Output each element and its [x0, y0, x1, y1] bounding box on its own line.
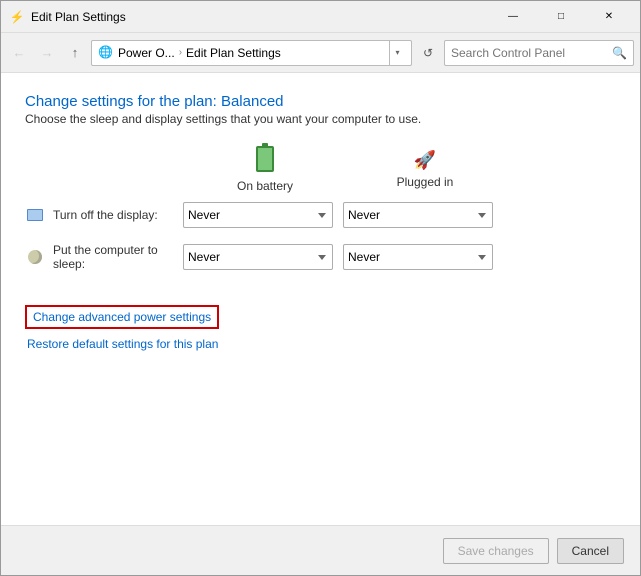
advanced-power-link[interactable]: Change advanced power settings	[25, 305, 219, 329]
window-title: Edit Plan Settings	[31, 10, 490, 24]
rocket-icon: 🚀	[414, 150, 436, 171]
restore-defaults-link[interactable]: Restore default settings for this plan	[27, 337, 616, 351]
settings-header-row: On battery 🚀 Plugged in	[25, 146, 616, 201]
close-button[interactable]: ✕	[586, 1, 632, 33]
display-row: Turn off the display: Never 1 minute 5 m…	[25, 201, 616, 229]
cancel-button[interactable]: Cancel	[557, 538, 624, 564]
address-path: Power O... › Edit Plan Settings	[118, 46, 385, 60]
title-bar: ⚡ Edit Plan Settings ― □ ✕	[1, 1, 640, 33]
display-battery-dropdown-wrapper: Never 1 minute 5 minutes 10 minutes 15 m…	[183, 202, 333, 228]
address-chevron[interactable]: ▾	[389, 40, 405, 66]
display-plugged-dropdown[interactable]: Never 1 minute 5 minutes 10 minutes 15 m…	[343, 202, 493, 228]
address-bar: ← → ↑ 🌐 Power O... › Edit Plan Settings …	[1, 33, 640, 73]
plan-heading: Change settings for the plan: Balanced C…	[25, 93, 616, 134]
display-battery-dropdown[interactable]: Never 1 minute 5 minutes 10 minutes 15 m…	[183, 202, 333, 228]
battery-col-header: On battery	[185, 146, 345, 193]
display-icon	[25, 205, 45, 225]
path-sep: ›	[179, 47, 182, 58]
minimize-button[interactable]: ―	[490, 1, 536, 33]
settings-table: On battery 🚀 Plugged in Turn off the dis…	[25, 146, 616, 285]
sleep-battery-dropdown-wrapper: Never 1 minute 5 minutes 10 minutes 15 m…	[183, 244, 333, 270]
back-button[interactable]: ←	[7, 41, 31, 65]
sleep-plugged-dropdown[interactable]: Never 1 minute 5 minutes 10 minutes 15 m…	[343, 244, 493, 270]
bottom-bar: Save changes Cancel	[1, 525, 640, 575]
search-input[interactable]	[451, 46, 612, 60]
window-controls: ― □ ✕	[490, 1, 632, 33]
plan-subtitle: Choose the sleep and display settings th…	[25, 112, 616, 126]
maximize-button[interactable]: □	[538, 1, 584, 33]
battery-label: On battery	[237, 179, 293, 193]
sleep-icon	[25, 247, 45, 267]
sleep-label: Put the computer to sleep:	[53, 243, 183, 271]
display-label: Turn off the display:	[53, 208, 183, 222]
forward-button[interactable]: →	[35, 41, 59, 65]
address-input[interactable]: 🌐 Power O... › Edit Plan Settings ▾	[91, 40, 412, 66]
path-part1: Power O...	[118, 46, 175, 60]
path-part2: Edit Plan Settings	[186, 46, 281, 60]
refresh-button[interactable]: ↺	[416, 40, 440, 66]
up-button[interactable]: ↑	[63, 41, 87, 65]
search-wrapper: 🔍	[444, 40, 634, 66]
pluggedin-col-header: 🚀 Plugged in	[345, 150, 505, 189]
sleep-battery-dropdown[interactable]: Never 1 minute 5 minutes 10 minutes 15 m…	[183, 244, 333, 270]
address-icon: 🌐	[98, 45, 114, 61]
search-icon[interactable]: 🔍	[612, 46, 627, 60]
main-window: ⚡ Edit Plan Settings ― □ ✕ ← → ↑ 🌐 Power…	[0, 0, 641, 576]
links-section: Change advanced power settings Restore d…	[25, 305, 616, 351]
window-icon: ⚡	[9, 9, 25, 25]
pluggedin-label: Plugged in	[397, 175, 454, 189]
display-plugged-dropdown-wrapper: Never 1 minute 5 minutes 10 minutes 15 m…	[343, 202, 493, 228]
save-button[interactable]: Save changes	[443, 538, 549, 564]
battery-icon	[256, 146, 274, 175]
plan-title: Change settings for the plan: Balanced	[25, 93, 616, 110]
main-content: Change settings for the plan: Balanced C…	[1, 73, 640, 525]
sleep-plugged-dropdown-wrapper: Never 1 minute 5 minutes 10 minutes 15 m…	[343, 244, 493, 270]
sleep-row: Put the computer to sleep: Never 1 minut…	[25, 243, 616, 271]
